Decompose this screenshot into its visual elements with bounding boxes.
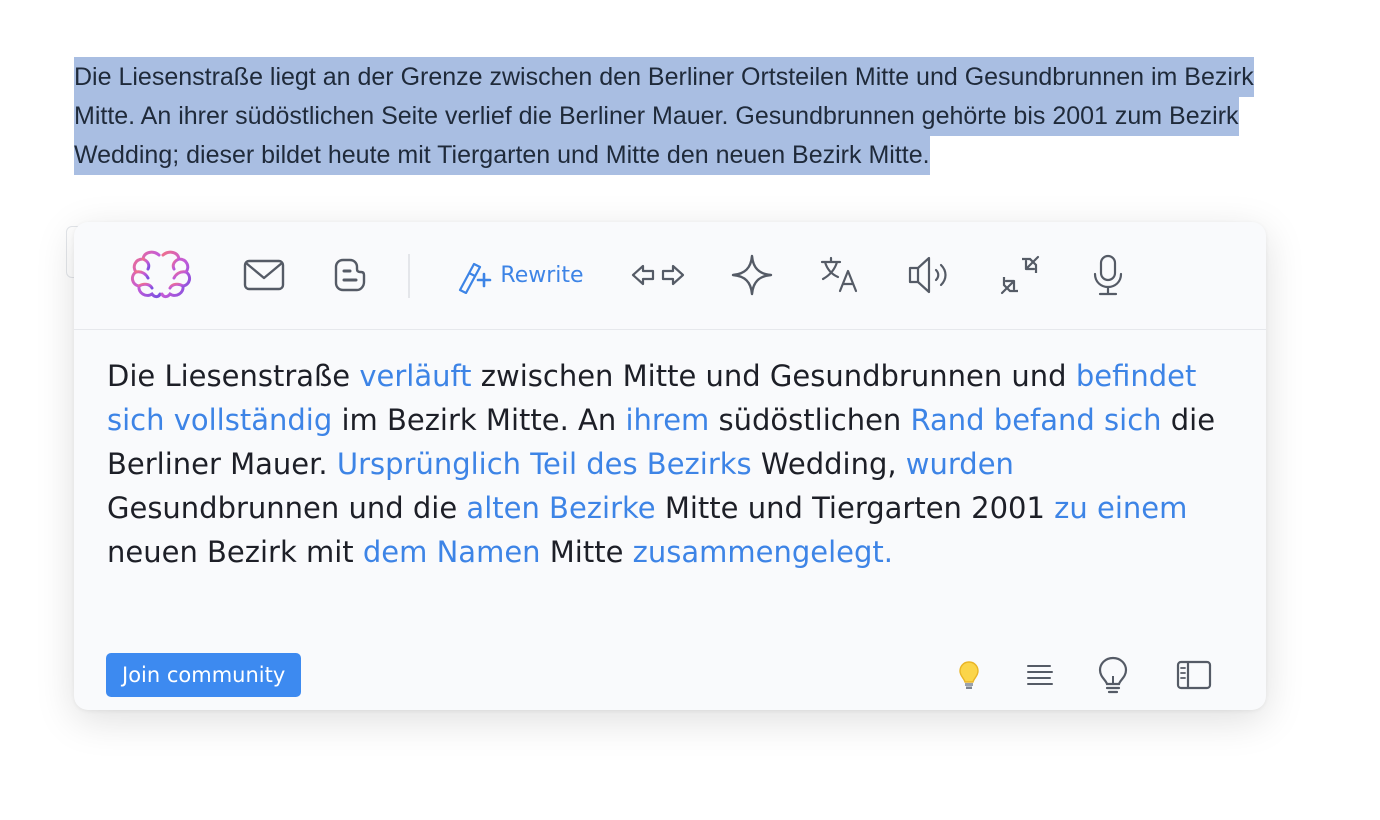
changed-phrase[interactable]: dem Namen xyxy=(363,535,541,569)
magic-wand-plus-icon xyxy=(459,262,492,294)
join-community-button[interactable]: Join community xyxy=(106,653,302,697)
changed-phrase[interactable]: ihrem xyxy=(625,403,709,437)
unchanged-phrase: Mitte und Tiergarten 2001 xyxy=(655,491,1055,525)
toolbar-divider xyxy=(408,254,410,298)
lightbulb-outline-icon[interactable] xyxy=(1096,654,1130,696)
speaker-icon[interactable] xyxy=(906,252,954,298)
sparkle-icon[interactable] xyxy=(730,252,774,298)
changed-phrase[interactable]: wurden xyxy=(906,447,1014,481)
unchanged-phrase: Wedding, xyxy=(751,447,906,481)
unchanged-phrase: Gesundbrunnen und die xyxy=(107,491,467,525)
microphone-icon[interactable] xyxy=(1088,252,1128,298)
mail-icon[interactable] xyxy=(242,252,286,298)
selected-text: Die Liesenstraße liegt an der Grenze zwi… xyxy=(74,57,1254,175)
unchanged-phrase: Mitte xyxy=(540,535,633,569)
changed-phrase[interactable]: Rand befand sich xyxy=(911,403,1162,437)
collapse-arrows-icon[interactable] xyxy=(998,252,1042,298)
changed-phrase[interactable]: zu einem xyxy=(1054,491,1187,525)
align-left-icon[interactable] xyxy=(1024,654,1056,696)
rewrite-button[interactable]: Rewrite xyxy=(452,252,586,298)
unchanged-phrase: zwischen Mitte und Gesundbrunnen und xyxy=(471,359,1076,393)
translate-icon[interactable] xyxy=(818,252,862,298)
changed-phrase[interactable]: verläuft xyxy=(359,359,471,393)
source-paragraph: Die Liesenstraße liegt an der Grenze zwi… xyxy=(74,57,1314,175)
unchanged-phrase: Die Liesenstraße xyxy=(107,359,360,393)
changed-phrase[interactable]: zusammengelegt. xyxy=(633,535,893,569)
expand-shorten-icon[interactable] xyxy=(630,252,686,298)
rewritten-text: Die Liesenstraße verläuft zwischen Mitte… xyxy=(107,354,1217,574)
changed-phrase[interactable]: alten Bezirke xyxy=(466,491,655,525)
rewrite-label: Rewrite xyxy=(500,262,584,288)
unchanged-phrase: neuen Bezirk mit xyxy=(107,535,363,569)
ai-assistant-panel: Rewrite Die Liesenstraße verläuft zwisch… xyxy=(74,222,1266,710)
brain-logo-icon[interactable] xyxy=(126,250,196,299)
changed-phrase[interactable]: Ursprünglich Teil des Bezirks xyxy=(337,447,752,481)
unchanged-phrase: im Bezirk Mitte. An xyxy=(332,403,626,437)
sidebar-icon[interactable] xyxy=(1176,654,1212,696)
blogger-icon[interactable] xyxy=(330,252,370,298)
unchanged-phrase: südöstlichen xyxy=(709,403,911,437)
toolbar: Rewrite xyxy=(74,222,1266,330)
lightbulb-color-icon[interactable] xyxy=(954,654,984,696)
